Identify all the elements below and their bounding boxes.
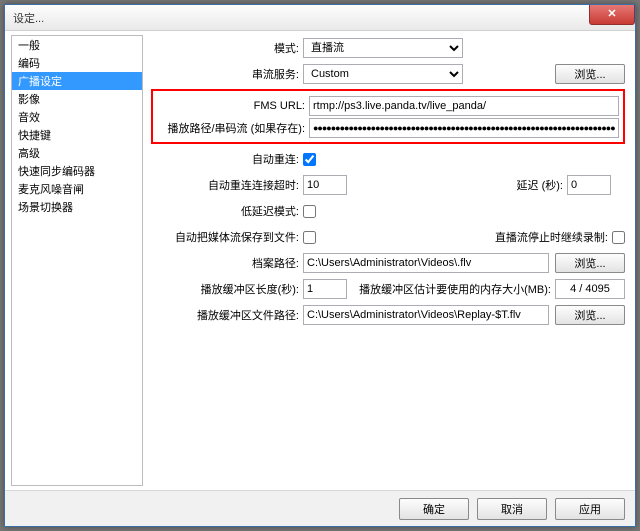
auto-save-checkbox[interactable]	[303, 231, 316, 244]
stream-key-input[interactable]	[309, 118, 619, 138]
mode-select[interactable]: 直播流	[303, 38, 463, 58]
sidebar-item-2[interactable]: 广播设定	[12, 72, 142, 90]
archive-path-input[interactable]	[303, 253, 549, 273]
low-latency-checkbox[interactable]	[303, 205, 316, 218]
fms-url-input[interactable]	[309, 96, 619, 116]
service-select[interactable]: Custom	[303, 64, 463, 84]
fms-url-label: FMS URL:	[157, 100, 309, 112]
cancel-button[interactable]: 取消	[477, 498, 547, 520]
service-label: 串流服务:	[151, 66, 303, 82]
sidebar-item-0[interactable]: 一般	[12, 36, 142, 54]
replay-browse-button[interactable]: 浏览...	[555, 305, 625, 325]
archive-path-label: 档案路径:	[151, 255, 303, 271]
sidebar-item-1[interactable]: 编码	[12, 54, 142, 72]
delay-input[interactable]	[567, 175, 611, 195]
ok-button[interactable]: 确定	[399, 498, 469, 520]
replay-len-label: 播放缓冲区长度(秒):	[151, 281, 303, 297]
titlebar: 设定... ✕	[5, 5, 635, 31]
auto-reconnect-timeout-label: 自动重连连接超时:	[151, 177, 303, 193]
close-icon: ✕	[607, 8, 616, 20]
delay-label: 延迟 (秒):	[517, 177, 567, 193]
sidebar-item-9[interactable]: 场景切换器	[12, 198, 142, 216]
replay-mem-label: 播放缓冲区估计要使用的内存大小(MB):	[359, 281, 555, 297]
service-browse-button[interactable]: 浏览...	[555, 64, 625, 84]
window-title: 设定...	[13, 10, 44, 26]
replay-len-input[interactable]	[303, 279, 347, 299]
sidebar: 一般编码广播设定影像音效快捷键高级快速同步编码器麦克风噪音闸场景切换器	[11, 35, 143, 486]
stream-key-label: 播放路径/串码流 (如果存在):	[157, 120, 309, 136]
sidebar-item-3[interactable]: 影像	[12, 90, 142, 108]
auto-reconnect-label: 自动重连:	[151, 151, 303, 167]
footer: 确定 取消 应用	[5, 490, 635, 526]
sidebar-item-4[interactable]: 音效	[12, 108, 142, 126]
main-panel: 模式: 直播流 串流服务: Custom 浏览... FMS URL: 播放路径…	[143, 31, 635, 490]
highlight-box: FMS URL: 播放路径/串码流 (如果存在):	[151, 89, 625, 144]
keep-recording-checkbox[interactable]	[612, 231, 625, 244]
content: 一般编码广播设定影像音效快捷键高级快速同步编码器麦克风噪音闸场景切换器 模式: …	[5, 31, 635, 490]
low-latency-label: 低延迟模式:	[151, 203, 303, 219]
settings-window: 设定... ✕ 一般编码广播设定影像音效快捷键高级快速同步编码器麦克风噪音闸场景…	[4, 4, 636, 527]
close-button[interactable]: ✕	[589, 5, 635, 25]
archive-browse-button[interactable]: 浏览...	[555, 253, 625, 273]
replay-mem-value: 4 / 4095	[555, 279, 625, 299]
replay-path-label: 播放缓冲区文件路径:	[151, 307, 303, 323]
auto-reconnect-timeout-input[interactable]	[303, 175, 347, 195]
replay-path-input[interactable]	[303, 305, 549, 325]
sidebar-item-8[interactable]: 麦克风噪音闸	[12, 180, 142, 198]
auto-save-label: 自动把媒体流保存到文件:	[151, 229, 303, 245]
sidebar-item-5[interactable]: 快捷键	[12, 126, 142, 144]
sidebar-item-7[interactable]: 快速同步编码器	[12, 162, 142, 180]
keep-recording-label: 直播流停止时继续录制:	[495, 229, 612, 245]
auto-reconnect-checkbox[interactable]	[303, 153, 316, 166]
apply-button[interactable]: 应用	[555, 498, 625, 520]
sidebar-item-6[interactable]: 高级	[12, 144, 142, 162]
mode-label: 模式:	[151, 40, 303, 56]
